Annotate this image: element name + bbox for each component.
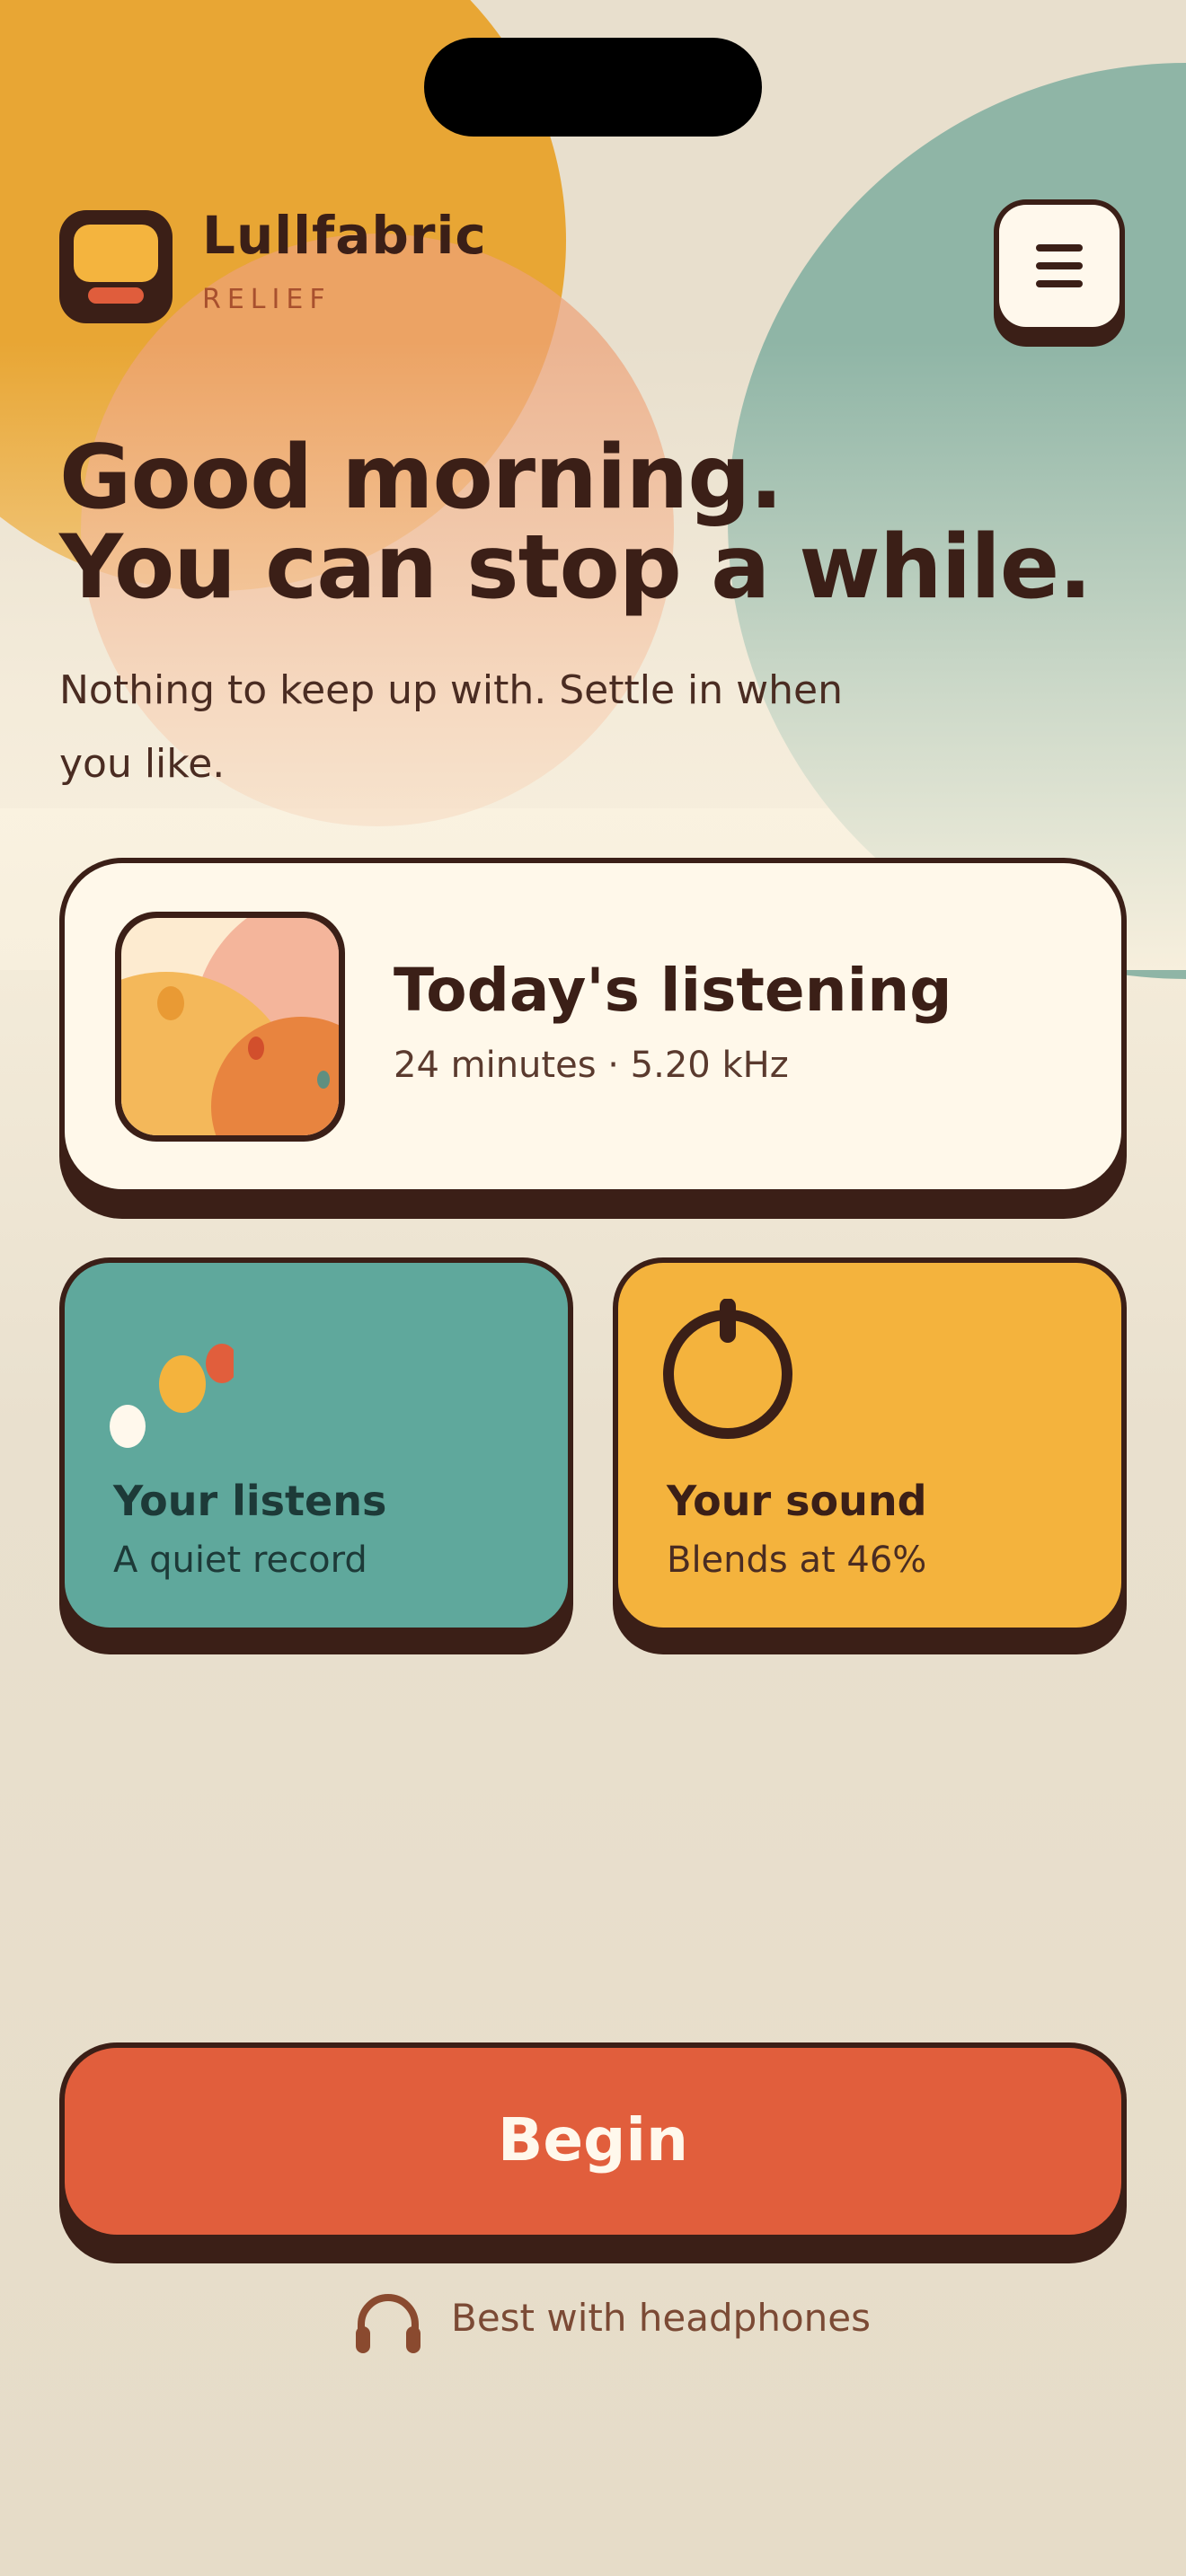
dots-icon [110, 1344, 234, 1448]
greeting-subtext: Nothing to keep up with. Settle in when … [59, 667, 843, 787]
headphones-icon [356, 2294, 420, 2353]
todays-listening-meta: 24 minutes · 5.20 kHz [394, 1045, 789, 1086]
your-listens-title: Your listens [113, 1477, 387, 1525]
your-listens-subtitle: A quiet record [113, 1539, 367, 1581]
app-logo [59, 210, 173, 323]
begin-button[interactable]: Begin [59, 2042, 1127, 2263]
your-sound-title: Your sound [667, 1477, 927, 1525]
headphones-hint: Best with headphones [451, 2296, 871, 2340]
brand-subtitle: RELIEF [202, 284, 332, 315]
dynamic-island [424, 38, 762, 137]
todays-listening-title: Today's listening [394, 956, 952, 1025]
menu-button[interactable] [994, 199, 1125, 347]
your-listens-tile[interactable]: Your listens A quiet record [59, 1257, 573, 1654]
begin-button-label: Begin [498, 2105, 688, 2175]
your-sound-tile[interactable]: Your sound Blends at 46% [613, 1257, 1127, 1654]
listening-artwork [115, 912, 345, 1142]
greeting-line-2: You can stop a while. [59, 516, 1092, 619]
your-sound-subtitle: Blends at 46% [667, 1539, 927, 1581]
brand-name: Lullfabric [202, 205, 487, 266]
greeting-heading: Good morning. You can stop a while. [59, 433, 1092, 613]
power-dial-icon [663, 1299, 792, 1439]
greeting-line-1: Good morning. [59, 427, 783, 529]
